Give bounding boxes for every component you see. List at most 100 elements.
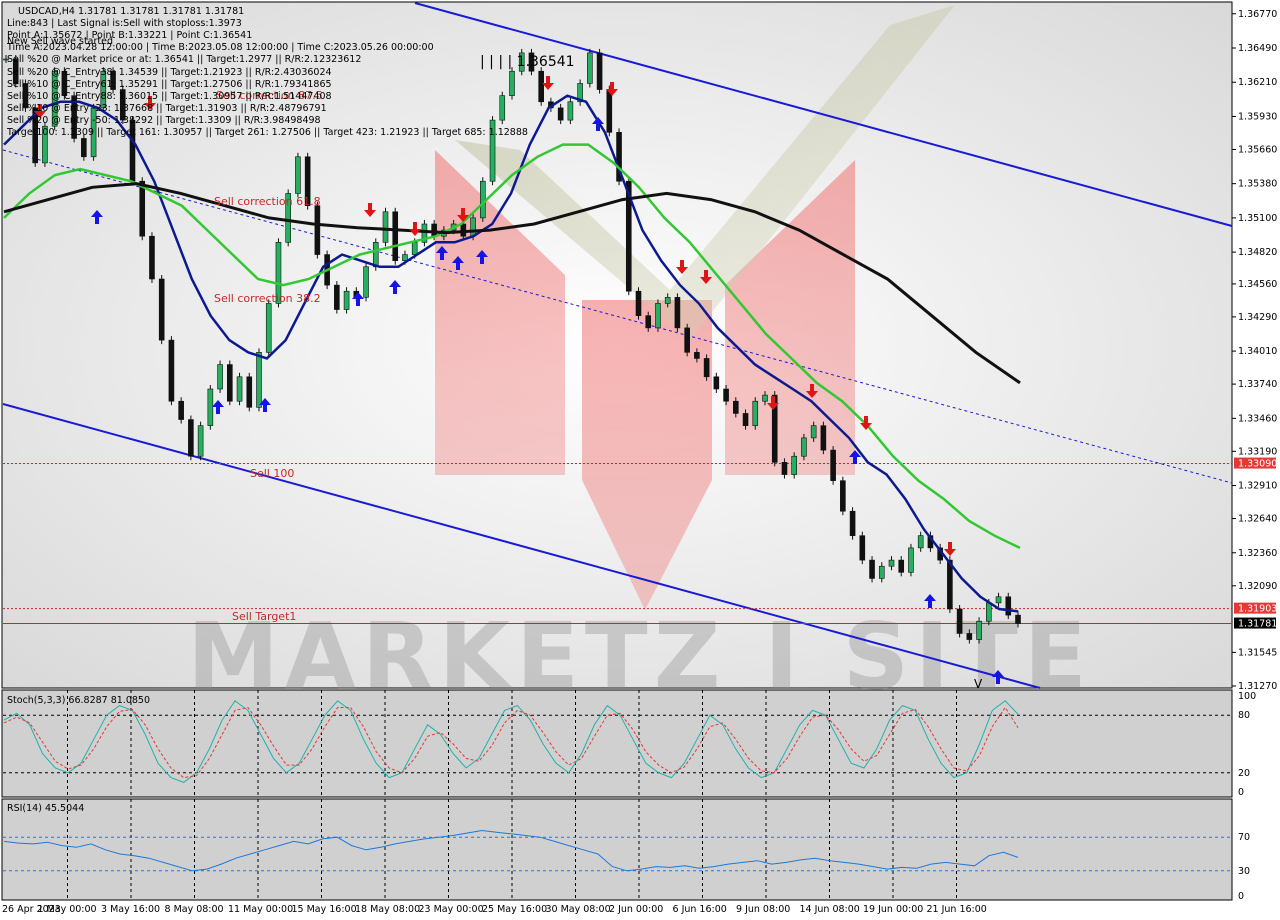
candle-body [1005, 596, 1012, 616]
y-tick-label: 1.34560 [1238, 279, 1277, 290]
y-tick-label: 1.32090 [1238, 581, 1277, 592]
rsi-tick-label: 0 [1238, 891, 1244, 902]
info-line-7: Sell %10 @ C_Entry88: 1.36015 || Target:… [7, 91, 332, 102]
y-tick-label: 1.35660 [1238, 144, 1277, 155]
rsi-tick-label: 30 [1238, 866, 1250, 877]
candle-body [217, 364, 223, 390]
candle-body [334, 284, 340, 310]
candle-body [801, 437, 807, 457]
y-tick-label: 1.35380 [1238, 179, 1277, 190]
symbol-line: USDCAD,H4 1.31781 1.31781 1.31781 1.3178… [18, 6, 244, 17]
candle-body [265, 303, 272, 353]
candle-body [956, 608, 963, 634]
y-tick-label: 1.34290 [1238, 312, 1277, 323]
candle-body [207, 388, 214, 426]
candle-body [538, 70, 544, 103]
rsi-label: RSI(14) 45.5044 [7, 803, 84, 814]
candle-body [168, 339, 175, 402]
annotation-wave-v: V [974, 677, 983, 691]
x-tick-label: 11 May 00:00 [228, 904, 293, 915]
price-label-text: 1.33090 [1238, 459, 1277, 470]
y-tick-label: 1.33190 [1238, 446, 1277, 457]
candle-body [908, 547, 914, 573]
candle-body [431, 223, 437, 237]
candle-body [411, 242, 418, 255]
candle-body [470, 217, 476, 237]
candle-body [256, 352, 262, 408]
y-tick-label: 1.33460 [1238, 413, 1277, 424]
candle-body [295, 156, 301, 194]
candle-body [392, 211, 399, 261]
stoch-tick-label: 20 [1238, 768, 1250, 779]
candle-body [343, 290, 350, 310]
candle-body [139, 180, 146, 237]
candle-body [966, 633, 973, 640]
candle-body [236, 376, 243, 402]
candle-body [227, 364, 233, 402]
x-tick-label: 1 May 00:00 [38, 904, 97, 915]
info-line-5: Sell %20 @ C_Entry38: 1.34539 || Target:… [7, 67, 332, 78]
candle-body [684, 327, 690, 353]
x-tick-label: 19 Jun 00:00 [863, 904, 923, 915]
candle-body [149, 235, 155, 280]
annotation-point-c: | | | | 1.36541 [480, 54, 575, 70]
info-line-10: Target100: 1.3309 || Target 161: 1.30957… [6, 127, 528, 138]
candle-body [246, 376, 253, 408]
candle-body [859, 535, 866, 561]
info-line-9: Sell %20 @ Entry -50: 1.38292 || Target:… [7, 115, 321, 126]
x-tick-label: 30 May 08:00 [546, 904, 611, 915]
candle-body [81, 138, 87, 158]
trading-chart[interactable]: MARKETZ I SITE 26 Apr 20231 May 00:00 3 M… [0, 0, 1280, 920]
rsi-tick-label: 70 [1238, 832, 1250, 843]
y-tick-label: 1.34820 [1238, 247, 1277, 258]
info-line-4: Sell %20 @ Market price or at: 1.36541 |… [7, 54, 361, 65]
candle-body [917, 535, 924, 549]
candle-body [888, 559, 895, 567]
y-tick-label: 1.32640 [1238, 514, 1277, 525]
candle-body [509, 70, 515, 96]
stoch-tick-label: 80 [1238, 710, 1250, 721]
candle-body [314, 205, 321, 255]
candle-body [713, 376, 720, 390]
y-tick-label: 1.31545 [1238, 647, 1277, 658]
candle-body [849, 510, 856, 536]
rsi-pane [1, 798, 1233, 901]
candle-body [635, 290, 642, 316]
candle-body [742, 413, 749, 426]
candle-body [480, 180, 486, 219]
y-tick-label: 1.35100 [1238, 213, 1277, 224]
x-tick-label: 21 Jun 16:00 [927, 904, 987, 915]
x-tick-label: 25 May 16:00 [482, 904, 547, 915]
info-line-1: Line:843 | Last Signal is:Sell with stop… [7, 18, 242, 29]
candle-body [372, 242, 379, 268]
x-tick-label: 6 Jun 16:00 [673, 904, 727, 915]
candle-body [158, 278, 165, 341]
candle-body [694, 352, 700, 359]
y-tick-label: 1.33740 [1238, 379, 1277, 390]
candle-body [869, 559, 875, 579]
y-tick-label: 1.36490 [1238, 43, 1277, 54]
candle-body [781, 462, 788, 475]
candle-body [645, 315, 652, 329]
candle-body [898, 559, 905, 573]
candle-body [752, 400, 759, 426]
candle-body [733, 400, 739, 414]
candle-body [995, 596, 1002, 604]
candle-body [596, 52, 603, 90]
candle-body [703, 358, 710, 378]
annotation-sell-correction-382: Sell correction 38.2 [214, 292, 321, 305]
candle-body [606, 89, 613, 133]
stoch-tick-label: 100 [1238, 691, 1256, 702]
candle-body [976, 620, 982, 640]
candle-body [820, 425, 827, 451]
y-tick-label: 1.34010 [1238, 346, 1277, 357]
candle-body [402, 254, 408, 261]
candle-body [791, 455, 797, 475]
candle-body [587, 52, 593, 84]
candle-body [197, 425, 204, 457]
candle-body [655, 303, 661, 329]
y-tick-label: 1.36770 [1238, 9, 1277, 20]
candle-body [947, 559, 953, 610]
y-tick-label: 1.36210 [1238, 77, 1277, 88]
candle-body [840, 480, 846, 512]
